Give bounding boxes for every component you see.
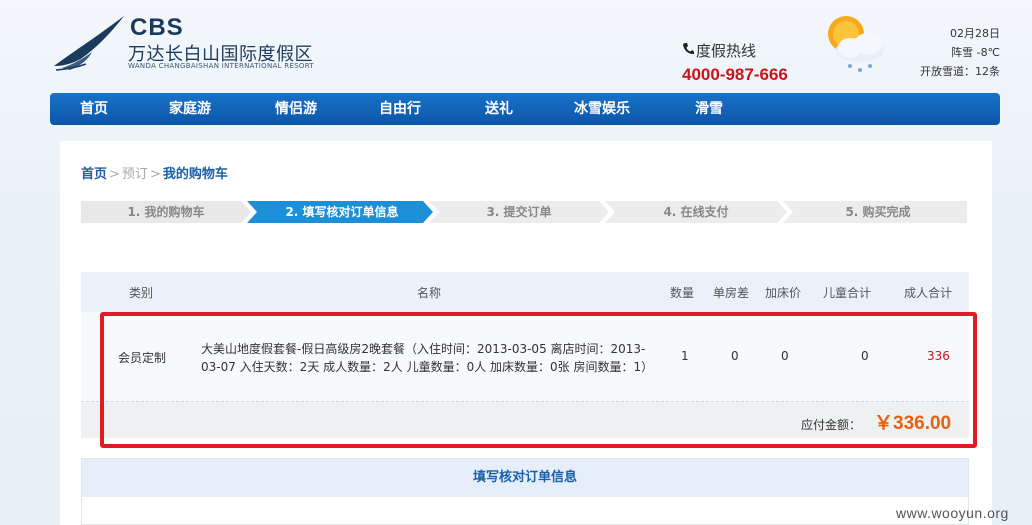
bird-logo-icon [54,16,124,71]
breadcrumb-current: 我的购物车 [162,167,228,182]
section-title: 填写核对订单信息 [82,459,968,497]
order-info-section: 填写核对订单信息 [81,458,969,525]
watermark: www.wooyun.org [896,505,1009,521]
weather-condition: 阵雪 -8℃ [951,46,1000,59]
hotline-label: 度假热线 [696,42,757,60]
hotline-number: 4000-987-666 [682,65,788,84]
hotline: 度假热线 4000-987-666 [682,40,802,85]
nav-item-free-travel[interactable]: 自由行 [379,93,421,125]
nav-item-family[interactable]: 家庭游 [169,93,211,125]
weather-trails: 开放雪道：12条 [920,65,1000,78]
logo[interactable]: CBS 万达长白山国际度假区 WANDA CHANGBAISHAN INTERN… [52,14,352,74]
col-qty: 数量 [670,286,695,300]
weather-info: 02月28日 阵雪 -8℃ 开放雪道：12条 [900,24,1000,81]
weather-date: 02月28日 [950,27,1000,40]
breadcrumb-separator: > [149,167,161,182]
order-steps: 1. 我的购物车 2. 填写核对订单信息 3. 提交订单 4. 在线支付 5. … [81,201,967,223]
col-child-total: 儿童合计 [823,286,872,300]
col-adult-total: 成人合计 [904,286,953,300]
col-extra-bed: 加床价 [765,286,802,300]
main-nav: 首页 家庭游 情侣游 自由行 送礼 冰雪娱乐 滑雪 [50,93,1000,125]
logo-english-name: WANDA CHANGBAISHAN INTERNATIONAL RESORT [128,62,314,70]
step-5-done: 5. 购买完成 [845,205,911,219]
table-header: 类别 名称 数量 单房差 加床价 儿童合计 成人合计 [81,272,969,312]
nav-item-gifts[interactable]: 送礼 [485,93,513,125]
highlight-annotation-box [100,312,977,448]
logo-cbs-text: CBS [130,14,184,41]
breadcrumb-separator: > [109,167,120,182]
col-category: 类别 [129,286,154,300]
phone-icon [683,43,694,55]
nav-item-couple[interactable]: 情侣游 [275,93,317,125]
breadcrumb: 首页 > 预订 > 我的购物车 [81,163,228,182]
breadcrumb-home[interactable]: 首页 [81,167,107,182]
site-header: CBS 万达长白山国际度假区 WANDA CHANGBAISHAN INTERN… [0,0,1032,92]
col-single-supplement: 单房差 [713,286,750,300]
step-1-cart: 1. 我的购物车 [127,205,205,219]
step-4-pay: 4. 在线支付 [663,205,729,219]
step-3-submit: 3. 提交订单 [486,205,552,219]
breadcrumb-book[interactable]: 预订 [122,167,148,182]
nav-item-skiing[interactable]: 滑雪 [695,93,723,125]
step-2-fill-info: 2. 填写核对订单信息 [285,205,399,219]
snow-weather-icon [828,16,884,72]
nav-item-home[interactable]: 首页 [80,93,108,125]
nav-item-snow-fun[interactable]: 冰雪娱乐 [574,93,630,125]
col-name: 名称 [417,286,442,300]
